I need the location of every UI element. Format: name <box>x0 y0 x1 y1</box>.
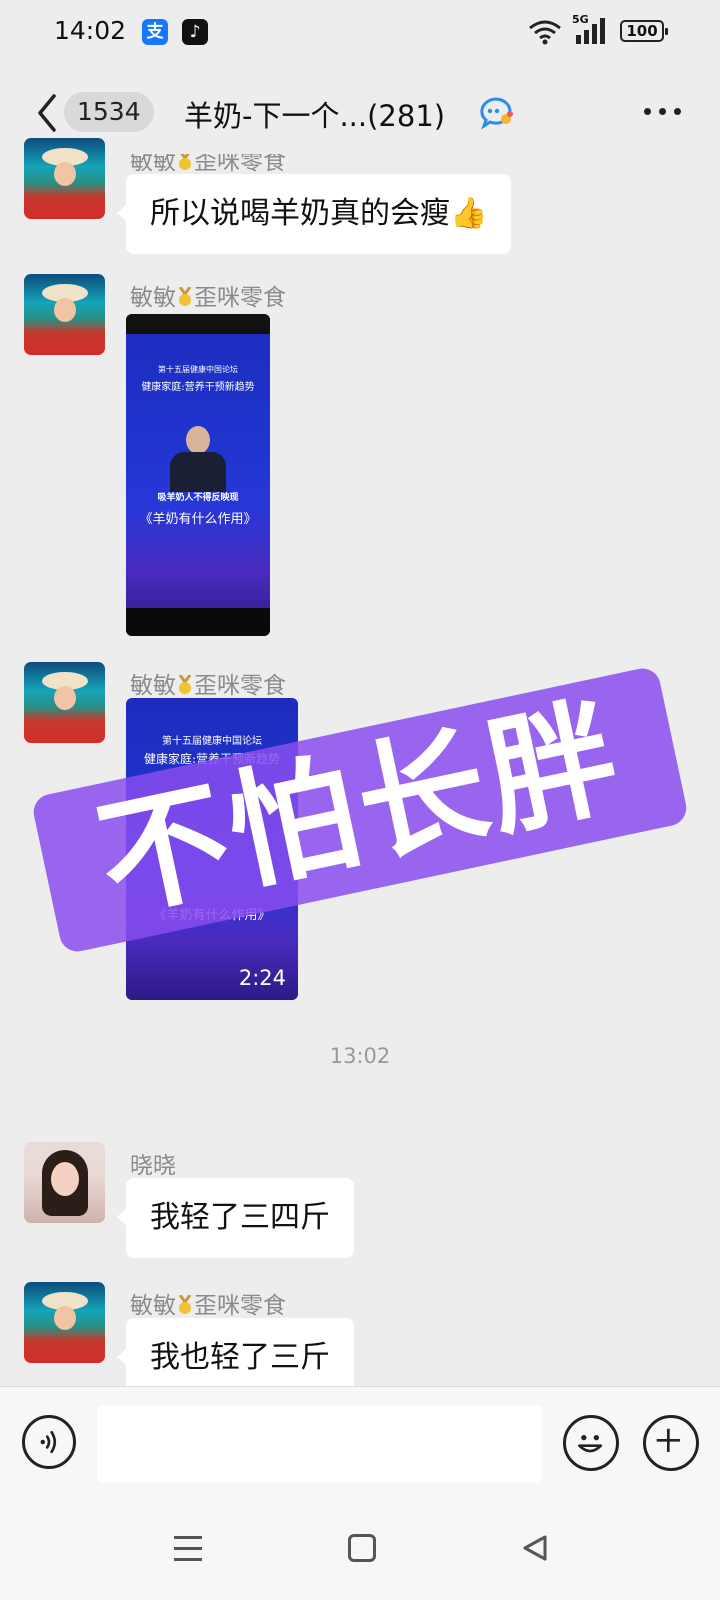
signal-icon <box>576 18 605 44</box>
sender-group-tag: 歪咪零食 <box>194 285 286 311</box>
medal-icon <box>178 1295 192 1314</box>
chat-timestamp: 13:02 <box>329 1044 391 1068</box>
plus-icon[interactable] <box>643 1415 699 1471</box>
status-bar: 14:02 支 ♪ 5G 100 <box>0 0 720 66</box>
message-bubble[interactable]: 所以说喝羊奶真的会瘦👍 <box>116 174 512 254</box>
avatar[interactable] <box>24 274 105 355</box>
tiktok-icon: ♪ <box>182 19 208 45</box>
avatar[interactable] <box>24 138 105 219</box>
medal-icon <box>179 154 191 170</box>
video-caption: 吸羊奶人不得反映现 <box>157 493 239 503</box>
video-message[interactable]: 第十五届健康中国论坛 健康家庭:营养干预新趋势 吸羊奶人不得反映现 《羊奶有什么… <box>126 314 270 636</box>
voice-icon[interactable] <box>22 1415 76 1469</box>
emoji-icon[interactable] <box>563 1415 619 1471</box>
chat-title: 羊奶-下一个...(281) <box>184 99 446 133</box>
input-bar <box>0 1386 720 1506</box>
avatar[interactable] <box>24 662 105 743</box>
video-duration: 2:24 <box>238 966 286 990</box>
sender-group-tag: 歪咪零食 <box>194 673 286 699</box>
system-navigation-bar <box>0 1506 720 1600</box>
video-heading: 第十五届健康中国论坛 <box>158 365 238 374</box>
sender-name-text: 晓晓 <box>130 1153 176 1179</box>
sender-name-text: 敏敏 <box>130 285 176 311</box>
video-heading: 第十五届健康中国论坛 <box>162 736 262 747</box>
status-time: 14:02 <box>54 16 127 45</box>
sender-group-tag: 歪咪零食 <box>194 1293 286 1319</box>
sender-name: 敏敏 歪咪零食 <box>130 278 286 312</box>
presenter-image <box>166 426 230 492</box>
wifi-icon <box>529 20 561 45</box>
nav-home-icon[interactable] <box>348 1534 376 1562</box>
nav-back-icon[interactable] <box>520 1533 550 1563</box>
video-caption-title: 《羊奶有什么作用》 <box>139 512 257 527</box>
back-icon[interactable] <box>32 92 62 134</box>
medal-icon <box>178 675 192 694</box>
alipay-icon: 支 <box>142 19 168 45</box>
sender-name: 敏敏 歪咪零食 <box>130 1286 286 1320</box>
video-subheading: 健康家庭:营养干预新趋势 <box>141 382 255 393</box>
unread-count-badge[interactable]: 1534 <box>64 92 154 132</box>
chat-header: 1534 羊奶-下一个...(281) <box>0 70 720 156</box>
avatar[interactable] <box>24 1142 105 1223</box>
nav-menu-icon[interactable] <box>174 1536 202 1562</box>
sender-name: 晓晓 <box>130 1146 176 1180</box>
more-icon[interactable] <box>644 108 684 118</box>
group-chat-icon[interactable] <box>476 92 516 132</box>
medal-icon <box>178 287 192 306</box>
video-nav-strip <box>126 608 270 636</box>
message-bubble[interactable]: 我轻了三四斤 <box>117 1178 354 1258</box>
sender-name: 敏敏 歪咪零食 <box>130 666 286 700</box>
battery-icon: 100 <box>620 20 668 42</box>
sender-name-text: 敏敏 <box>130 1293 176 1319</box>
sender-name-text: 敏敏 <box>130 673 176 699</box>
avatar[interactable] <box>24 1282 105 1363</box>
message-input[interactable] <box>97 1405 542 1483</box>
